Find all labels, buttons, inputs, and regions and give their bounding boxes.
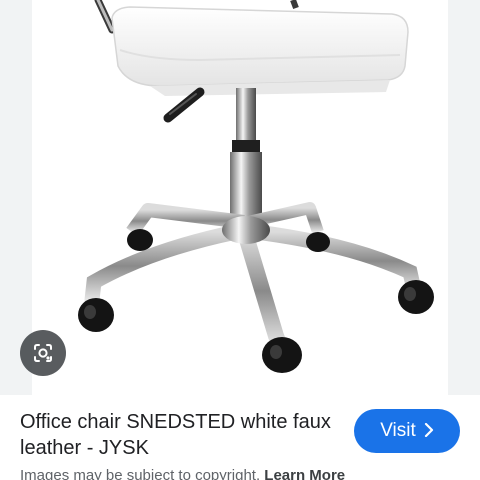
result-info-bar: Office chair SNEDSTED white faux leather… [0,395,480,480]
office-chair-image [78,0,434,373]
learn-more-link[interactable]: Learn More [264,467,345,480]
google-lens-icon [34,344,52,362]
copyright-notice: Images may be subject to copyright. Lear… [20,467,480,480]
chevron-right-icon [424,422,434,440]
product-title[interactable]: Office chair SNEDSTED white faux leather… [20,409,340,461]
visit-button[interactable]: Visit [354,409,460,453]
copyright-text: Images may be subject to copyright. [20,467,261,480]
visit-label: Visit [380,420,416,441]
google-lens-button[interactable] [20,330,66,376]
image-preview-area [0,0,480,395]
